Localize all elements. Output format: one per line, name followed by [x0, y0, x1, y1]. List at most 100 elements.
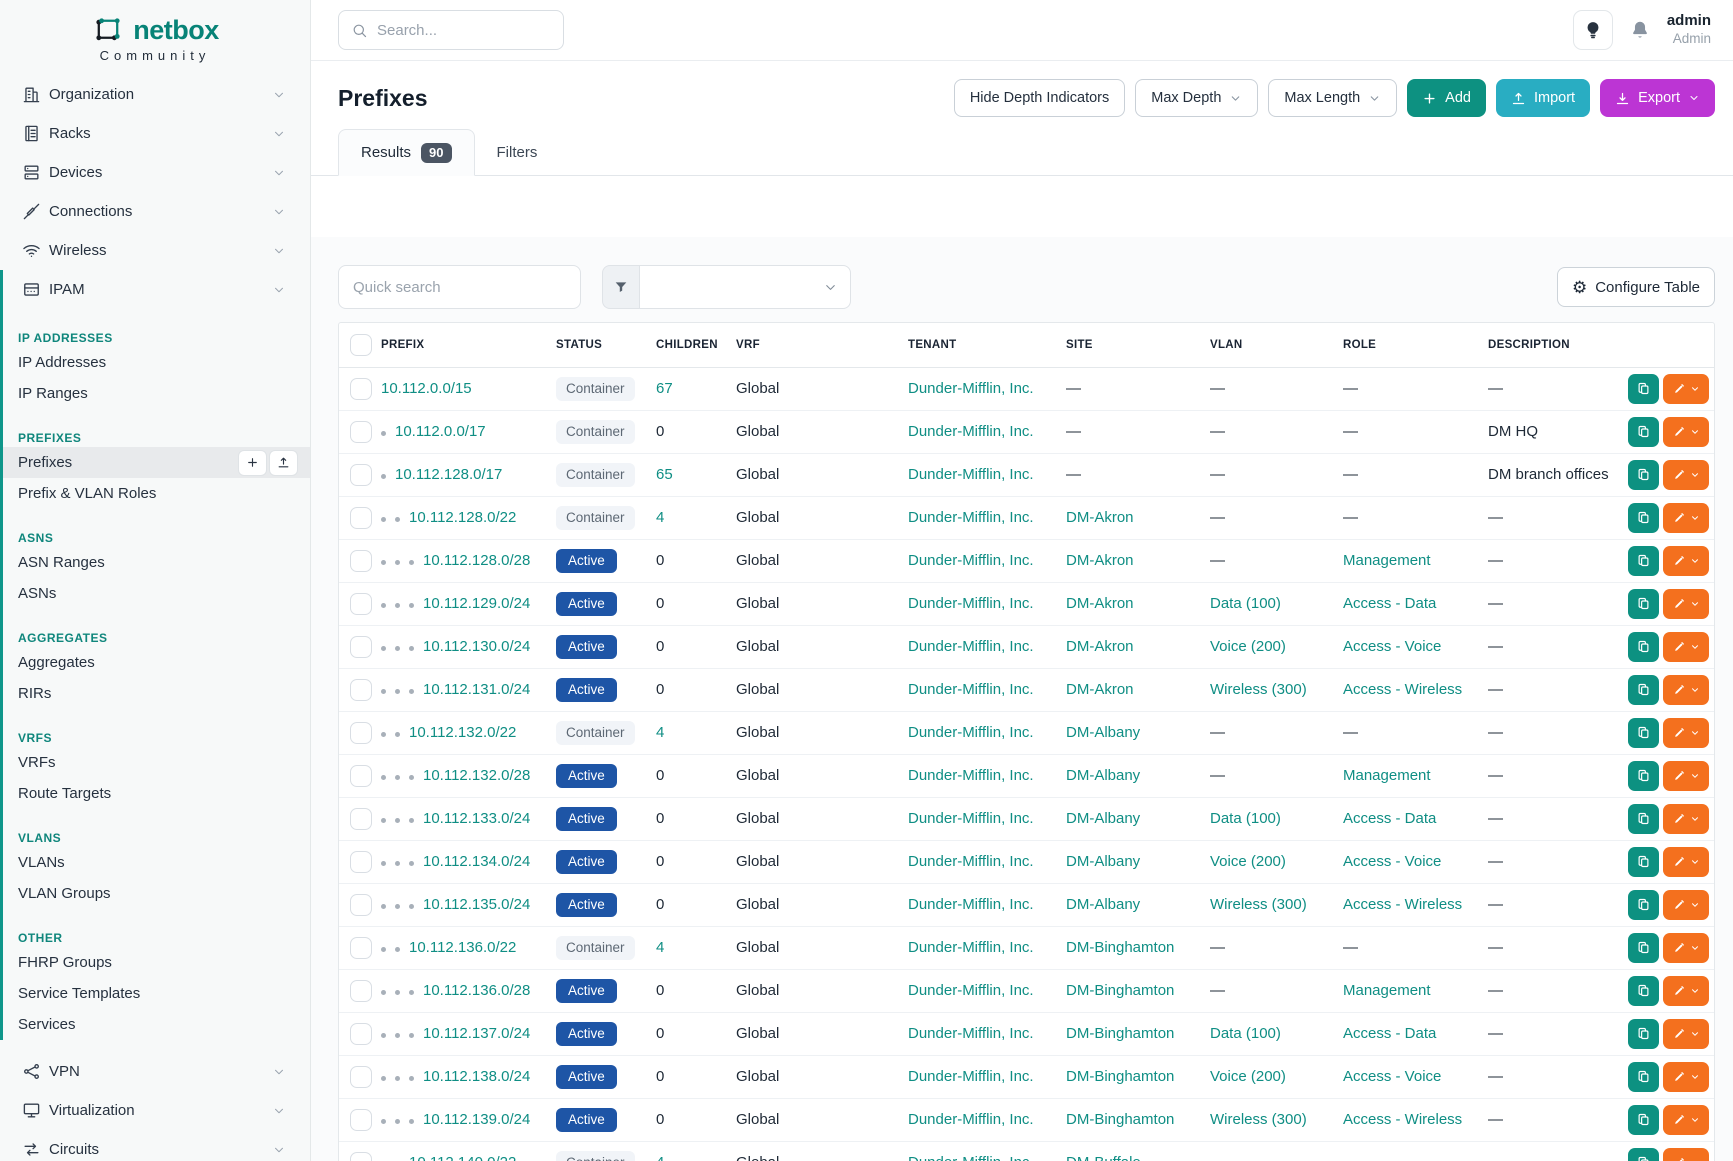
prefix-link[interactable]: 10.112.133.0/24 — [423, 810, 530, 827]
prefix-link[interactable]: 10.112.135.0/24 — [423, 896, 530, 913]
edit-button[interactable] — [1663, 890, 1709, 920]
children-count-link[interactable]: 4 — [656, 1154, 664, 1161]
vlan-link[interactable]: Voice (200) — [1210, 853, 1286, 870]
role-link[interactable]: Access - Voice — [1343, 1068, 1441, 1085]
edit-button[interactable] — [1663, 675, 1709, 705]
row-checkbox[interactable] — [350, 894, 372, 916]
edit-button[interactable] — [1663, 933, 1709, 963]
row-checkbox[interactable] — [350, 378, 372, 400]
clone-button[interactable] — [1628, 1105, 1659, 1135]
bell-icon[interactable] — [1629, 19, 1651, 41]
tenant-link[interactable]: Dunder-Mifflin, Inc. — [908, 1154, 1034, 1161]
clone-button[interactable] — [1628, 890, 1659, 920]
edit-button[interactable] — [1663, 546, 1709, 576]
role-link[interactable]: Access - Voice — [1343, 638, 1441, 655]
quick-search-input[interactable] — [338, 265, 581, 309]
tenant-link[interactable]: Dunder-Mifflin, Inc. — [908, 1025, 1034, 1042]
role-link[interactable]: Access - Wireless — [1343, 681, 1462, 698]
site-link[interactable]: DM-Akron — [1066, 552, 1134, 569]
site-link[interactable]: DM-Binghamton — [1066, 939, 1174, 956]
site-link[interactable]: DM-Akron — [1066, 681, 1134, 698]
clone-button[interactable] — [1628, 933, 1659, 963]
site-link[interactable]: DM-Albany — [1066, 810, 1140, 827]
prefix-link[interactable]: 10.112.136.0/22 — [409, 939, 516, 956]
column-header-prefix[interactable]: PREFIX — [381, 323, 556, 367]
vlan-link[interactable]: Voice (200) — [1210, 638, 1286, 655]
row-checkbox[interactable] — [350, 1023, 372, 1045]
column-header-children[interactable]: CHILDREN — [656, 323, 736, 367]
clone-button[interactable] — [1628, 632, 1659, 662]
row-checkbox[interactable] — [350, 1066, 372, 1088]
clone-button[interactable] — [1628, 1062, 1659, 1092]
prefix-link[interactable]: 10.112.130.0/24 — [423, 638, 530, 655]
edit-button[interactable] — [1663, 847, 1709, 877]
prefix-link[interactable]: 10.112.128.0/17 — [395, 466, 502, 483]
clone-button[interactable] — [1628, 976, 1659, 1006]
clone-button[interactable] — [1628, 761, 1659, 791]
sidebar-item-prefixes[interactable]: Prefixes — [3, 447, 310, 478]
export-dropdown[interactable]: Export — [1600, 79, 1715, 117]
site-link[interactable]: DM-Akron — [1066, 509, 1134, 526]
clone-button[interactable] — [1628, 1019, 1659, 1049]
edit-button[interactable] — [1663, 976, 1709, 1006]
column-header-vrf[interactable]: VRF — [736, 323, 908, 367]
row-checkbox[interactable] — [350, 765, 372, 787]
vlan-link[interactable]: Wireless (300) — [1210, 896, 1307, 913]
tenant-link[interactable]: Dunder-Mifflin, Inc. — [908, 810, 1034, 827]
prefix-link[interactable]: 10.112.132.0/28 — [423, 767, 530, 784]
max-depth-dropdown[interactable]: Max Depth — [1135, 79, 1258, 117]
column-header-tenant[interactable]: TENANT — [908, 323, 1066, 367]
tenant-link[interactable]: Dunder-Mifflin, Inc. — [908, 724, 1034, 741]
clone-button[interactable] — [1628, 546, 1659, 576]
sidebar-item-route-targets[interactable]: Route Targets — [3, 778, 310, 809]
sidebar-item-devices[interactable]: Devices — [0, 153, 310, 192]
search-input[interactable] — [377, 22, 551, 39]
tenant-link[interactable]: Dunder-Mifflin, Inc. — [908, 939, 1034, 956]
site-link[interactable]: DM-Albany — [1066, 724, 1140, 741]
import-button[interactable]: Import — [1496, 79, 1590, 117]
sidebar-item-racks[interactable]: Racks — [0, 114, 310, 153]
site-link[interactable]: DM-Albany — [1066, 896, 1140, 913]
site-link[interactable]: DM-Albany — [1066, 767, 1140, 784]
children-count-link[interactable]: 4 — [656, 509, 664, 526]
row-checkbox[interactable] — [350, 808, 372, 830]
role-link[interactable]: Access - Data — [1343, 810, 1436, 827]
sidebar-item-fhrp-groups[interactable]: FHRP Groups — [3, 947, 310, 978]
sidebar-item-prefix-vlan-roles[interactable]: Prefix & VLAN Roles — [3, 478, 310, 509]
tenant-link[interactable]: Dunder-Mifflin, Inc. — [908, 853, 1034, 870]
edit-button[interactable] — [1663, 1062, 1709, 1092]
prefix-link[interactable]: 10.112.128.0/28 — [423, 552, 530, 569]
children-count-link[interactable]: 65 — [656, 466, 673, 483]
tenant-link[interactable]: Dunder-Mifflin, Inc. — [908, 767, 1034, 784]
row-checkbox[interactable] — [350, 636, 372, 658]
clone-button[interactable] — [1628, 589, 1659, 619]
children-count-link[interactable]: 4 — [656, 939, 664, 956]
site-link[interactable]: DM-Akron — [1066, 638, 1134, 655]
edit-button[interactable] — [1663, 632, 1709, 662]
tab-results[interactable]: Results 90 — [338, 129, 475, 176]
tenant-link[interactable]: Dunder-Mifflin, Inc. — [908, 595, 1034, 612]
column-header-status[interactable]: STATUS — [556, 323, 656, 367]
clone-button[interactable] — [1628, 718, 1659, 748]
sidebar-item-services[interactable]: Services — [3, 1009, 310, 1040]
tenant-link[interactable]: Dunder-Mifflin, Inc. — [908, 681, 1034, 698]
sidebar-item-service-templates[interactable]: Service Templates — [3, 978, 310, 1009]
theme-toggle-button[interactable] — [1573, 10, 1613, 50]
vlan-link[interactable]: Voice (200) — [1210, 1068, 1286, 1085]
sidebar-item-asn-ranges[interactable]: ASN Ranges — [3, 547, 310, 578]
row-checkbox[interactable] — [350, 421, 372, 443]
sidebar-item-vlan-groups[interactable]: VLAN Groups — [3, 878, 310, 909]
children-count-link[interactable]: 4 — [656, 724, 664, 741]
row-checkbox[interactable] — [350, 1109, 372, 1131]
sidebar-item-organization[interactable]: Organization — [0, 75, 310, 114]
prefix-link[interactable]: 10.112.129.0/24 — [423, 595, 530, 612]
sidebar-item-aggregates[interactable]: Aggregates — [3, 647, 310, 678]
edit-button[interactable] — [1663, 1148, 1709, 1161]
edit-button[interactable] — [1663, 718, 1709, 748]
edit-button[interactable] — [1663, 804, 1709, 834]
clone-button[interactable] — [1628, 847, 1659, 877]
vlan-link[interactable]: Data (100) — [1210, 810, 1281, 827]
sidebar-item-asns[interactable]: ASNs — [3, 578, 310, 609]
prefix-link[interactable]: 10.112.140.0/22 — [409, 1154, 516, 1161]
quick-add-button[interactable] — [238, 450, 267, 476]
